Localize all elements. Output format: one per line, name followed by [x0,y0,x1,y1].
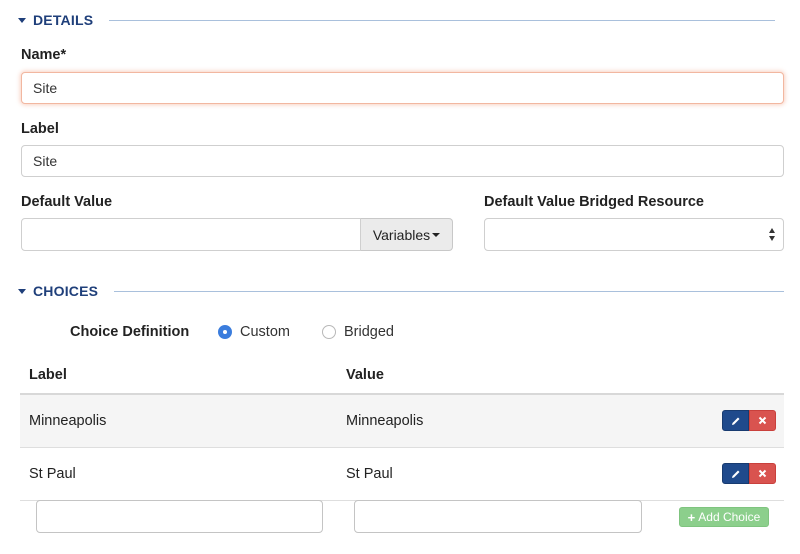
edit-button[interactable] [722,410,749,431]
caret-down-icon [432,232,441,237]
variables-button-label: Variables [372,226,431,243]
radio-bridged-label: Bridged [344,324,394,340]
name-label: Name* [21,47,67,63]
x-icon [758,416,767,425]
select-arrows-icon [769,228,777,242]
plus-icon: + [687,509,696,525]
row-value: Minneapolis [346,413,424,429]
radio-custom[interactable]: Custom [218,324,290,340]
section-divider [109,19,776,21]
choices-section-header[interactable]: CHOICES [18,281,784,301]
pencil-icon [731,417,739,425]
name-input[interactable] [21,72,784,104]
table-row: St Paul St Paul [20,448,784,501]
choices-section-title: CHOICES [33,283,99,299]
bridged-resource-label: Default Value Bridged Resource [484,194,704,210]
row-label: St Paul [29,466,76,482]
delete-button[interactable] [749,410,776,431]
row-value: St Paul [346,466,393,482]
pencil-icon [731,470,739,478]
radio-custom-label: Custom [240,324,290,340]
delete-button[interactable] [749,463,776,484]
default-value-input[interactable] [21,218,361,251]
edit-button[interactable] [722,463,749,484]
caret-down-icon[interactable] [18,288,26,294]
new-choice-label-input[interactable] [36,500,323,533]
column-header-label: Label [29,367,67,383]
label-label: Label [21,121,59,137]
bridged-resource-select[interactable] [484,218,784,251]
x-icon [758,469,767,478]
column-header-value: Value [346,367,384,383]
row-label: Minneapolis [29,413,107,429]
choices-table-header: Label Value [20,355,784,395]
radio-bridged[interactable]: Bridged [322,324,394,340]
details-section-header[interactable]: DETAILS [18,10,784,30]
label-input[interactable] [21,145,784,177]
new-choice-value-input[interactable] [354,500,642,533]
choice-definition-label: Choice Definition [70,324,190,340]
radio-button-checked[interactable] [218,325,232,339]
table-row: Minneapolis Minneapolis [20,395,784,448]
variables-dropdown-button[interactable]: Variables [361,218,453,251]
section-divider [114,290,784,292]
add-choice-button[interactable]: + Add Choice [679,507,769,527]
radio-button-unchecked[interactable] [322,325,336,339]
default-value-label: Default Value [21,194,113,210]
details-section-title: DETAILS [33,12,94,28]
add-choice-label: Add Choice [698,510,761,524]
caret-down-icon[interactable] [18,17,26,23]
